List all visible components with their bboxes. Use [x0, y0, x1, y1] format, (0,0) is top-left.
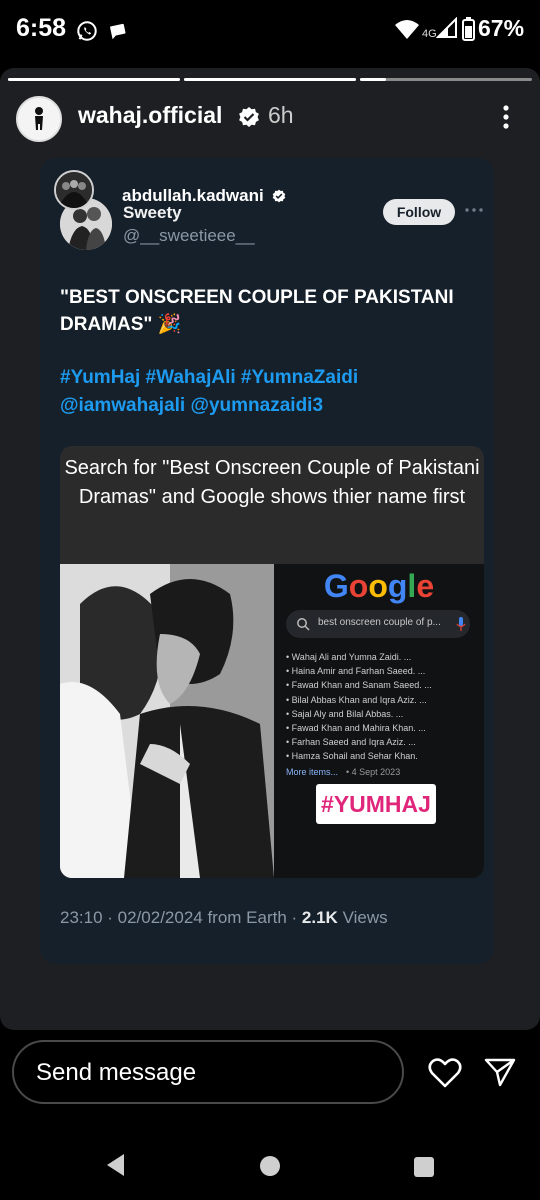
nav-home-icon[interactable] [260, 1156, 280, 1176]
post-hashtags[interactable]: #YumHaj #WahajAli #YumnaZaidi @iamwahaja… [60, 364, 480, 420]
post-handle[interactable]: @__sweetieee__ [123, 226, 255, 246]
story-username[interactable]: wahaj.official [78, 102, 222, 129]
couple-photo-illustration [60, 564, 274, 878]
google-result-item: • Fawad Khan and Mahira Khan. ... [286, 723, 426, 733]
google-logo-letter: G [323, 568, 349, 604]
sharer-avatar[interactable] [54, 170, 94, 210]
avatar-silhouette-icon [18, 98, 60, 140]
send-message-input[interactable]: Send message [12, 1040, 404, 1104]
shared-post-card[interactable]: abdullah.kadwani Sweety @__sweetieee__ F… [40, 158, 494, 964]
story-progress-fill [184, 78, 356, 81]
google-result-item: • Hamza Sohail and Sehar Khan. [286, 751, 418, 762]
google-more-items: More items... [286, 767, 339, 777]
network-type: 4G [422, 28, 437, 40]
nav-back-icon[interactable] [104, 1152, 126, 1178]
post-text: "BEST ONSCREEN COUPLE OF PAKISTANI DRAMA… [60, 287, 454, 335]
story-progress-segment [8, 78, 180, 81]
google-result-date: • 4 Sept 2023 [346, 767, 401, 777]
nav-recents-icon[interactable] [414, 1157, 434, 1177]
story-author-avatar[interactable] [16, 96, 62, 142]
signal-icon [436, 17, 457, 38]
views-count: 2.1K [301, 908, 338, 927]
media-caption: Search for "Best Onscreen Couple of Paki… [64, 457, 480, 508]
follow-button[interactable]: Follow [383, 199, 455, 225]
story-viewer[interactable]: wahaj.official 6h abdullah.kadwani Sweet… [0, 68, 540, 1030]
whatsapp-icon [77, 21, 97, 41]
status-bar: 6:58 4G 67% [0, 0, 540, 64]
microphone-icon [456, 617, 466, 631]
google-search-bar: best onscreen couple of p... [286, 610, 470, 638]
google-result-item: • Haina Amir and Farhan Saeed. ... [286, 666, 426, 677]
google-logo-letter: e [416, 568, 435, 604]
battery-icon [462, 17, 475, 41]
search-icon [297, 618, 310, 631]
google-result-item: • Sajal Aly and Bilal Abbas. ... [286, 708, 404, 719]
google-logo-letter: o [348, 568, 369, 604]
google-search-screenshot: Google best onscreen couple of p... • Wa… [274, 564, 484, 878]
views-label: Views [337, 908, 388, 927]
google-search-query: best onscreen couple of p... [318, 617, 441, 628]
google-logo-letter: l [407, 568, 417, 604]
google-logo-letter: o [368, 568, 388, 604]
battery-percentage: 67% [478, 15, 525, 41]
more-options-icon[interactable] [494, 102, 518, 132]
story-progress-segment [184, 78, 356, 81]
google-result-item: • Farhan Saeed and Iqra Aziz. ... [286, 737, 416, 748]
story-timestamp: 6h [268, 102, 294, 128]
couple-photo [60, 564, 274, 878]
google-logo-letter: g [387, 568, 408, 604]
send-message-placeholder: Send message [36, 1059, 197, 1086]
google-result-item: • Wahaj Ali and Yumna Zaidi. ... [286, 652, 412, 662]
heart-icon[interactable] [428, 1058, 462, 1088]
avatar-group-icon [56, 172, 92, 208]
send-icon[interactable] [484, 1057, 516, 1087]
post-more-icon[interactable] [464, 204, 484, 216]
story-progress-fill [360, 78, 386, 81]
post-timestamp-location: 23:10 · 02/02/2024 from Earth · [60, 908, 302, 927]
verified-badge-icon [239, 107, 259, 127]
hashtag-badge: #YUMHAJ [316, 784, 436, 824]
story-progress-fill [8, 78, 180, 81]
wifi-icon [395, 20, 419, 39]
google-result-item: • Fawad Khan and Sanam Saeed. ... [286, 680, 432, 691]
google-result-item: • Bilal Abbas Khan and Iqra Aziz. ... [286, 694, 427, 705]
google-logo: Google [274, 568, 484, 605]
story-progress-segment [360, 78, 532, 81]
post-display-name[interactable]: Sweety [123, 203, 182, 223]
verified-badge-icon [272, 189, 286, 203]
message-notification-icon [109, 23, 126, 40]
post-meta: 23:10 · 02/02/2024 from Earth · 2.1K Vie… [60, 908, 388, 928]
clock: 6:58 [16, 14, 67, 42]
post-media-image[interactable]: Search for "Best Onscreen Couple of Paki… [60, 446, 484, 878]
